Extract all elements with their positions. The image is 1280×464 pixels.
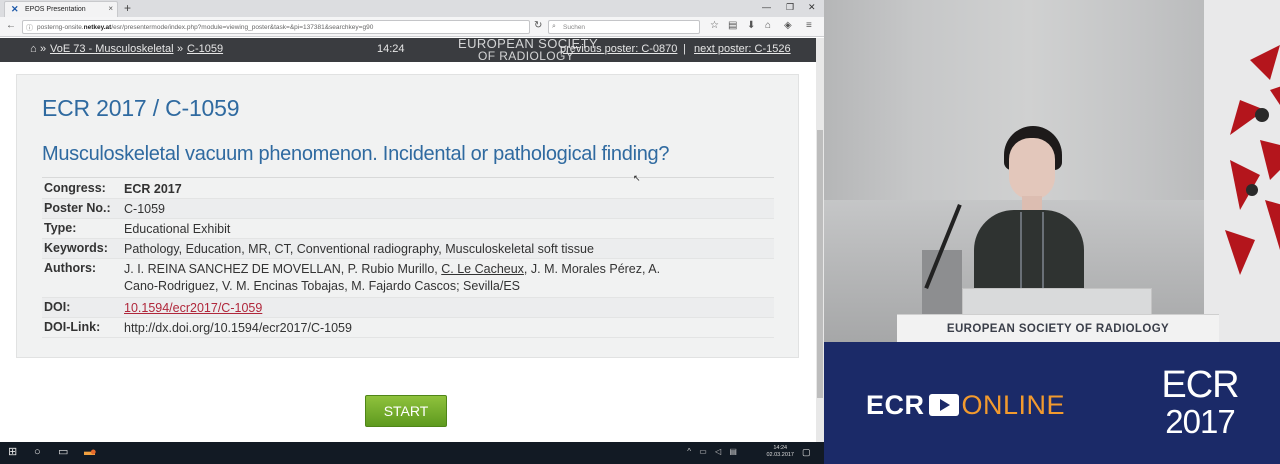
pocket-icon[interactable]: ◈ <box>784 20 792 32</box>
authors-text-2: , J. M. Morales Pérez, A. <box>523 262 661 276</box>
taskbar-time: 14:24 <box>773 445 788 451</box>
speaker-video: EUROPEAN SOCIETY OF RADIOLOGY <box>824 0 1280 342</box>
bookmark-star-icon[interactable]: ☆ <box>710 20 719 32</box>
previous-poster-link[interactable]: previous poster: C-0870 <box>560 43 677 55</box>
search-input[interactable]: ⌕ Suchen <box>548 20 700 34</box>
search-icon: ⌕ <box>552 23 556 30</box>
url-host-bold: netkey.at <box>83 24 112 31</box>
voe-session-link[interactable]: VoE 73 - Musculoskeletal <box>50 43 174 55</box>
windows-start-icon[interactable]: ⊞ <box>8 446 17 458</box>
menu-icon[interactable]: ≡ <box>806 20 812 32</box>
epos-header-bar: ⌂ » VoE 73 - Musculoskeletal » C-1059 14… <box>0 37 816 62</box>
search-icon[interactable]: ○ <box>34 446 41 458</box>
congress-label: Congress: <box>44 181 106 195</box>
windows-taskbar: ⊞ ○ ▭ ▬ ● ^ ▭ ◁ ▤ 14:24 02.03.2017 ▢ <box>0 442 824 464</box>
info-icon[interactable]: ⓘ <box>26 23 33 33</box>
system-tray-icons[interactable]: ^ ▭ ◁ ▤ <box>687 447 740 456</box>
meta-row-keywords: Keywords: Pathology, Education, MR, CT, … <box>42 239 774 259</box>
ecr-logo-year: 2017 <box>1165 403 1235 440</box>
window-close-icon[interactable]: ✕ <box>808 2 816 13</box>
doi-link-label: DOI-Link: <box>44 320 101 334</box>
type-value: Educational Exhibit <box>124 222 231 236</box>
minimize-icon[interactable]: — <box>762 2 771 12</box>
doi-link[interactable]: 10.1594/ecr2017/C-1059 <box>124 301 262 315</box>
browser-tab[interactable]: ✕ EPOS Presentation × <box>4 1 118 17</box>
meta-row-doi-link: DOI-Link: http://dx.doi.org/10.1594/ecr2… <box>42 318 774 338</box>
poster-page: ECR 2017 / C-1059 Musculoskeletal vacuum… <box>0 62 816 442</box>
authors-value: J. I. REINA SANCHEZ DE MOVELLAN, P. Rubi… <box>124 259 774 297</box>
page-scrollbar[interactable] <box>816 38 824 442</box>
ecr-online-logo: ECR ONLINE <box>866 390 1065 420</box>
address-bar[interactable]: ⓘ posterng-onsite.netkey.at/esr/presente… <box>22 20 530 34</box>
meta-row-authors: Authors: J. I. REINA SANCHEZ DE MOVELLAN… <box>42 259 774 298</box>
browser-tab-bar: ✕ EPOS Presentation × + — ❐ ✕ <box>0 0 824 17</box>
authors-text-1: J. I. REINA SANCHEZ DE MOVELLAN, P. Rubi… <box>124 262 442 276</box>
taskbar-clock[interactable]: 14:24 02.03.2017 <box>766 445 794 459</box>
red-flower-decoration-icon <box>1225 45 1280 275</box>
search-placeholder: Suchen <box>563 24 586 31</box>
lectern-top <box>962 288 1152 316</box>
keywords-label: Keywords: <box>44 241 108 255</box>
ecr-logo-text: ECR <box>1161 364 1239 406</box>
start-button[interactable]: START <box>365 395 447 427</box>
authors-label: Authors: <box>44 261 97 275</box>
home-icon[interactable]: ⌂ <box>30 43 37 55</box>
poster-metadata-table: Congress: ECR 2017 Poster No.: C-1059 Ty… <box>42 179 774 338</box>
breadcrumb-separator: » <box>177 43 184 55</box>
reload-icon[interactable]: ↻ <box>534 20 542 32</box>
new-tab-icon[interactable]: + <box>124 1 131 15</box>
ecr-online-prefix: ECR <box>866 390 925 420</box>
reading-list-icon[interactable]: ▤ <box>728 20 737 32</box>
browser-navigation-bar: ← ⓘ posterng-onsite.netkey.at/esr/presen… <box>0 17 824 37</box>
poster-no-value: C-1059 <box>124 202 165 216</box>
home-icon[interactable]: ⌂ <box>765 20 771 32</box>
header-clock: 14:24 <box>377 43 405 55</box>
download-icon[interactable]: ⬇ <box>747 20 755 32</box>
next-poster-link[interactable]: next poster: C-1526 <box>694 43 791 55</box>
tab-close-icon[interactable]: × <box>108 4 113 13</box>
back-arrow-icon[interactable]: ← <box>6 20 16 32</box>
poster-title: Musculoskeletal vacuum phenomenon. Incid… <box>42 143 670 165</box>
firefox-icon[interactable]: ● <box>90 446 97 458</box>
task-view-icon[interactable]: ▭ <box>58 446 68 458</box>
ecr-online-word: ONLINE <box>961 390 1066 420</box>
taskbar-date: 02.03.2017 <box>766 452 794 458</box>
current-poster-link[interactable]: C-1059 <box>187 43 223 55</box>
mouse-cursor-icon: ↖ <box>633 173 641 183</box>
speaker-face <box>1009 138 1055 200</box>
congress-value: ECR 2017 <box>124 182 182 196</box>
recording-frame: ✕ EPOS Presentation × + — ❐ ✕ ← ⓘ poster… <box>0 0 1280 464</box>
meta-row-congress: Congress: ECR 2017 <box>42 179 774 199</box>
doi-value: 10.1594/ecr2017/C-1059 <box>124 298 774 317</box>
url-path: /esr/presentermode/index.php?module=view… <box>111 24 374 31</box>
ecr-online-banner: ECR ONLINE ECR 2017 <box>824 342 1280 464</box>
play-icon <box>928 394 959 416</box>
lectern-label: EUROPEAN SOCIETY OF RADIOLOGY <box>946 323 1170 335</box>
meta-row-type: Type: Educational Exhibit <box>42 219 774 239</box>
nav-separator: | <box>683 43 686 55</box>
epos-favicon-icon: ✕ <box>11 4 19 14</box>
speaker-lanyard <box>1020 212 1044 288</box>
notifications-icon[interactable]: ▢ <box>802 446 811 458</box>
poster-code-heading: ECR 2017 / C-1059 <box>42 95 240 121</box>
maximize-icon[interactable]: ❐ <box>786 2 794 13</box>
meta-row-doi: DOI: 10.1594/ecr2017/C-1059 <box>42 298 774 318</box>
doi-url-value: http://dx.doi.org/10.1594/ecr2017/C-1059 <box>124 321 352 335</box>
poster-info-card: ECR 2017 / C-1059 Musculoskeletal vacuum… <box>16 74 799 358</box>
lectern: EUROPEAN SOCIETY OF RADIOLOGY <box>897 314 1219 342</box>
breadcrumb-separator: » <box>40 43 47 55</box>
presenting-author-link[interactable]: C. Le Cacheux <box>441 262 524 276</box>
url-prefix: posterng-onsite. <box>37 24 84 31</box>
scrollbar-thumb[interactable] <box>817 130 823 398</box>
title-divider <box>42 177 774 178</box>
tab-title: EPOS Presentation <box>25 6 86 13</box>
authors-text-3: Cano-Rodriguez, V. M. Encinas Tobajas, M… <box>124 279 521 293</box>
meta-row-poster-no: Poster No.: C-1059 <box>42 199 774 219</box>
keywords-value: Pathology, Education, MR, CT, Convention… <box>124 242 594 256</box>
type-label: Type: <box>44 221 77 235</box>
poster-no-label: Poster No.: <box>44 201 111 215</box>
doi-label: DOI: <box>44 300 71 314</box>
screen-share: ✕ EPOS Presentation × + — ❐ ✕ ← ⓘ poster… <box>0 0 824 464</box>
